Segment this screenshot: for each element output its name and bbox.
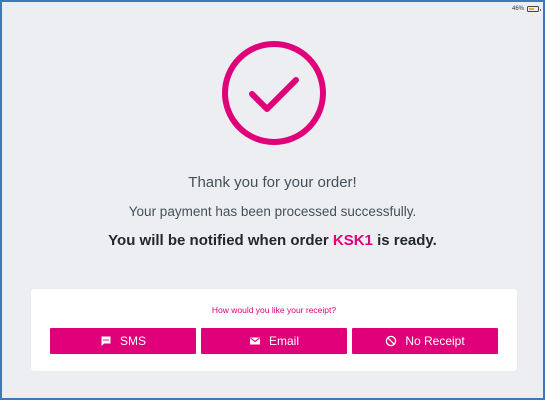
receipt-options-card: How would you like your receipt? SMS Ema… — [31, 289, 517, 371]
no-receipt-button[interactable]: No Receipt — [352, 328, 498, 354]
checkmark-icon — [222, 41, 326, 145]
sms-icon — [100, 335, 112, 347]
battery-percentage: 46% — [511, 6, 524, 12]
email-button-label: Email — [268, 334, 299, 348]
order-code: KSK1 — [332, 232, 373, 249]
order-ready-prefix: You will be notified when order — [108, 232, 333, 249]
no-receipt-button-label: No Receipt — [405, 334, 465, 348]
receipt-question: How would you like your receipt? — [211, 305, 337, 315]
battery-level-fill — [529, 8, 534, 10]
kiosk-screen: 46% Thank you for your order! Your payme… — [0, 0, 545, 400]
no-receipt-icon — [385, 335, 397, 347]
status-bar: 46% — [511, 6, 541, 12]
sms-button-label: SMS — [119, 334, 146, 348]
order-ready-notice: You will be notified when order KSK1 is … — [2, 232, 543, 249]
order-ready-suffix: is ready. — [372, 232, 437, 249]
payment-processed-message: Your payment has been processed successf… — [128, 204, 417, 219]
thank-you-message: Thank you for your order! — [188, 174, 357, 191]
sms-receipt-button[interactable]: SMS — [50, 328, 196, 354]
email-receipt-button[interactable]: Email — [201, 328, 347, 354]
battery-icon — [527, 6, 541, 12]
email-icon — [249, 335, 261, 347]
